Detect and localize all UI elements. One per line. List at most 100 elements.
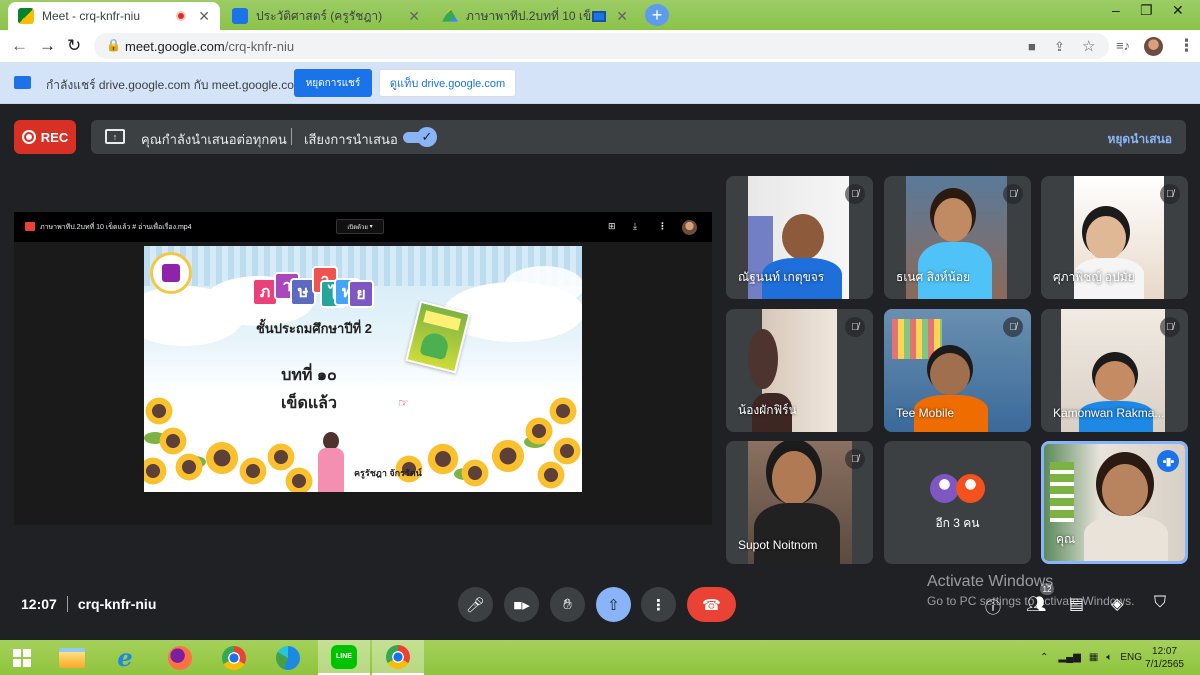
- address-bar[interactable]: 🔒 meet.google.com/crq-knfr-niu ■ ⇪ ☆: [94, 33, 1109, 59]
- new-tab-button[interactable]: +: [645, 4, 669, 26]
- close-icon[interactable]: ✕: [616, 8, 628, 25]
- download-icon[interactable]: ⤓: [633, 221, 637, 232]
- participant-tile[interactable]: 🎙̸ น้องผักฟิร์น: [726, 309, 873, 432]
- hand-icon: ✋︎: [563, 596, 572, 613]
- share-message: กำลังแชร์ drive.google.com กับ meet.goog…: [46, 78, 304, 92]
- profile-avatar[interactable]: [1144, 37, 1163, 56]
- present-button[interactable]: ⇧: [596, 587, 631, 622]
- taskbar-file-explorer[interactable]: [52, 640, 92, 675]
- stop-sharing-button[interactable]: หยุดการแชร์: [294, 69, 372, 97]
- participant-tile[interactable]: 🎙̸ ศุภาพิชญ์ อุปมัย: [1041, 176, 1188, 299]
- person-head: [1095, 361, 1135, 401]
- person-body: [754, 503, 840, 564]
- camera-in-use-icon[interactable]: ■: [1028, 39, 1036, 54]
- person-head: [748, 329, 778, 389]
- participant-name: Tee Mobile: [896, 406, 955, 420]
- add-comment-icon[interactable]: ⊞: [608, 221, 616, 232]
- participant-tile[interactable]: 🎙̸ Tee Mobile: [884, 309, 1031, 432]
- participant-tile[interactable]: 🎙̸ Kamonwan Rakma...: [1041, 309, 1188, 432]
- windows-logo-icon: [13, 648, 31, 667]
- sunflower-shape: [174, 452, 204, 482]
- avatar: [956, 474, 985, 503]
- taskbar-internet-explorer[interactable]: e: [105, 640, 145, 675]
- taskbar-line[interactable]: LINE: [318, 640, 370, 675]
- taskbar-edge[interactable]: [268, 640, 308, 675]
- camera-button[interactable]: ■▸: [504, 587, 539, 622]
- mic-off-icon: 🎙̸: [1160, 184, 1180, 204]
- slide-author: ครูรัชฎา จักรรัตน์: [354, 468, 422, 478]
- chrome-icon: [222, 645, 246, 670]
- switch-to-tab-button[interactable]: ดูแท็บ drive.google.com: [379, 69, 516, 97]
- microphone-icon: 🎤︎: [465, 596, 486, 614]
- raise-hand-button[interactable]: ✋︎: [550, 587, 585, 622]
- reload-icon[interactable]: ↻: [67, 36, 81, 56]
- sharing-tab-icon: [592, 10, 607, 22]
- back-icon[interactable]: ←: [11, 36, 28, 56]
- video-frame-slide[interactable]: ภ า ษ า ไ ท ย ชั้นประถมศึกษาปีที่ 2 บทที…: [144, 246, 582, 492]
- present-screen-icon: ⇧: [607, 596, 620, 614]
- textbook-picture: [405, 300, 471, 374]
- sunflower-shape: [524, 416, 554, 446]
- maximize-button[interactable]: ❐: [1140, 2, 1153, 19]
- close-icon[interactable]: ✕: [198, 8, 210, 25]
- taskbar-clock[interactable]: 12:07 7/1/2565: [1145, 645, 1184, 671]
- tab-drive-video[interactable]: ภาษาพาทีป.2บทที่ 10 เข็ดแล้ว # ✕: [432, 2, 638, 30]
- participant-tile[interactable]: 🎙̸ ธเนศ สิงห์น้อย: [884, 176, 1031, 299]
- taskbar-chrome-window[interactable]: [372, 640, 424, 675]
- input-language[interactable]: ENG: [1120, 652, 1142, 663]
- more-options-button[interactable]: ⋮: [641, 587, 676, 622]
- title-blocks: ภ า ษ า ไ ท ย: [252, 266, 374, 308]
- menu-kebab-icon[interactable]: ⋮: [1178, 36, 1195, 56]
- tab-history[interactable]: ประวัติศาสตร์ (ครูรัชฎา) ✕: [222, 2, 430, 30]
- sunflower-shape: [158, 426, 188, 456]
- participant-tile-others[interactable]: อีก 3 คน: [884, 441, 1031, 564]
- tab-meet[interactable]: Meet - crq-knfr-niu ✕: [8, 2, 220, 30]
- participant-tile[interactable]: 🎙̸ Supot Noitnom: [726, 441, 873, 564]
- keyboard-icon[interactable]: ▦: [1089, 652, 1098, 663]
- slide-lesson-name: เข็ดแล้ว: [281, 395, 337, 412]
- edge-icon: [276, 645, 300, 670]
- screen-share-bar: กำลังแชร์ drive.google.com กับ meet.goog…: [0, 62, 1200, 104]
- browser-toolbar: ← → ↻ 🔒 meet.google.com/crq-knfr-niu ■ ⇪…: [0, 30, 1200, 62]
- folder-icon: [59, 647, 85, 668]
- recording-dot-icon: [176, 11, 187, 21]
- leave-call-button[interactable]: ☎︎: [687, 587, 736, 622]
- camera-icon: ■▸: [513, 596, 530, 614]
- network-signal-icon[interactable]: ▂▄▆: [1058, 652, 1080, 663]
- microphone-button[interactable]: 🎤︎: [458, 587, 493, 622]
- bookmark-star-icon[interactable]: ☆: [1082, 37, 1095, 55]
- more-options-icon[interactable]: ⋮: [658, 221, 667, 232]
- open-with-button[interactable]: เปิดด้วย ▾: [336, 219, 384, 234]
- chrome-icon: [386, 644, 410, 669]
- participant-name: น้องผักฟิร์น: [738, 403, 797, 417]
- recording-badge[interactable]: REC: [14, 120, 76, 154]
- presentation-stage: ภาษาพาทีป.2บทที่ 10 เข็ดแล้ว # อ่านเพื่อ…: [14, 212, 712, 525]
- sunflower-shape: [284, 466, 314, 492]
- stop-presenting-button[interactable]: หยุดนำเสนอ: [1107, 130, 1172, 149]
- lock-icon: 🔒: [106, 38, 121, 52]
- presentation-audio-toggle[interactable]: ✓: [403, 127, 437, 147]
- girl-body: [318, 448, 344, 492]
- record-icon: [21, 130, 36, 144]
- minimize-button[interactable]: –: [1112, 2, 1120, 18]
- media-control-icon[interactable]: ≡♪: [1116, 38, 1130, 53]
- sunflower-shape: [204, 440, 240, 476]
- host-controls-icon[interactable]: ⛉: [1154, 594, 1166, 612]
- participant-tile[interactable]: 🎙̸ ณัฐนนท์ เกตุขจร: [726, 176, 873, 299]
- school-logo-icon: [150, 252, 192, 294]
- self-tile[interactable]: ▪▮▪ คุณ: [1041, 441, 1188, 564]
- show-hidden-icons-icon[interactable]: ⌃: [1040, 652, 1048, 663]
- tab-title: ประวัติศาสตร์ (ครูรัชฎา): [256, 8, 383, 23]
- forward-icon[interactable]: →: [39, 36, 56, 56]
- start-button[interactable]: [4, 640, 40, 675]
- line-app-icon: LINE: [331, 644, 357, 669]
- taskbar-chrome[interactable]: [214, 640, 254, 675]
- account-avatar[interactable]: [682, 220, 697, 235]
- system-tray: ⌃ ▂▄▆ ▦ 🔈︎ ENG: [1040, 640, 1142, 675]
- window-close-button[interactable]: ✕: [1172, 2, 1184, 19]
- cloud-shape: [504, 266, 582, 306]
- close-icon[interactable]: ✕: [408, 8, 420, 25]
- share-icon[interactable]: ⇪: [1054, 39, 1065, 55]
- taskbar-firefox[interactable]: [160, 640, 200, 675]
- volume-icon[interactable]: 🔈︎: [1106, 652, 1112, 663]
